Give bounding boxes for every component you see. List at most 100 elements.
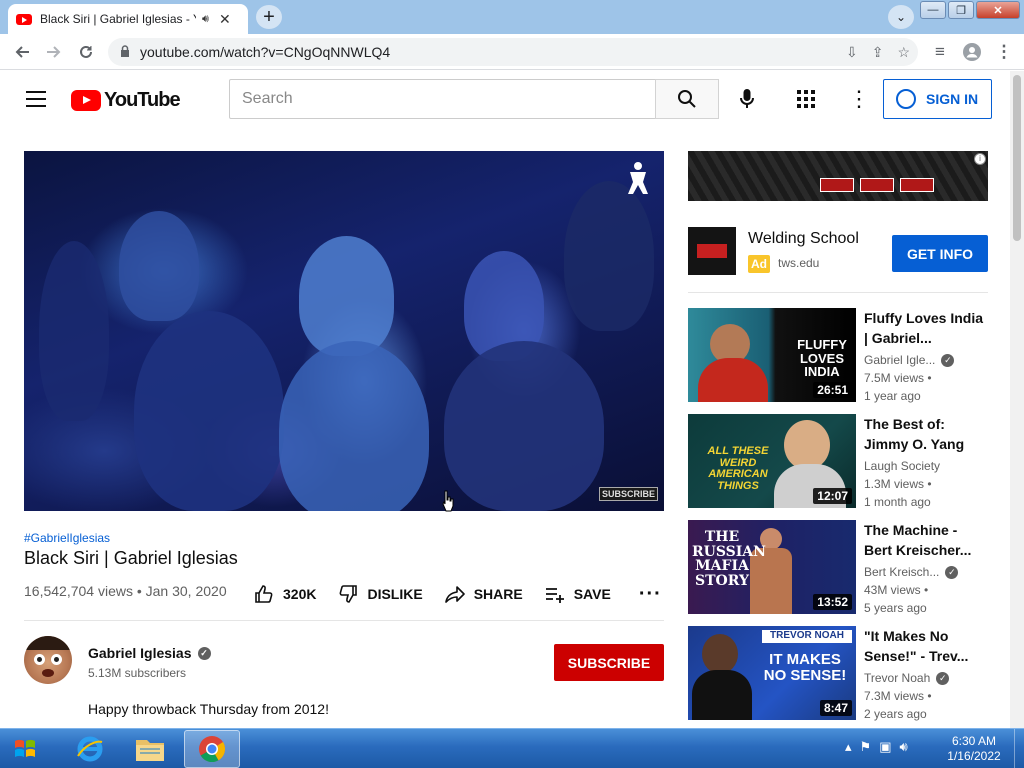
related-video-title[interactable]: The Best of: Jimmy O. Yang [864,414,988,454]
new-tab-button[interactable]: + [256,5,282,29]
sign-in-button[interactable]: SIGN IN [883,79,992,119]
clock-date: 1/16/2022 [947,749,1001,763]
show-desktop-button[interactable] [1014,729,1024,768]
sign-in-label: SIGN IN [926,91,979,107]
search-button[interactable] [655,79,719,119]
related-channel-row: Bert Kreisch... ✓ [864,565,959,579]
folder-icon[interactable] [122,730,178,768]
tray-expand-icon[interactable]: ▴ [845,739,852,755]
related-video[interactable]: FLUFFY LOVES INDIA 26:51 Fluffy Loves In… [688,308,998,403]
related-channel[interactable]: Gabriel Igle... [864,353,935,367]
taskbar-clock[interactable]: 6:30 AM 1/16/2022 [944,734,1004,764]
media-icon[interactable]: ≡ [924,36,956,68]
browser-tab-bar: Black Siri | Gabriel Iglesias - Y 🔊︎ ✕ +… [0,0,1024,34]
browser-toolbar: youtube.com/watch?v=CNgOqNNWLQ4 ⇩ ⇪ ☆ ≡ … [0,34,1024,70]
like-button[interactable]: 320K [254,584,316,604]
video-thumbnail[interactable]: THE RUSSIAN MAFIA STORY 13:52 [688,520,856,614]
settings-menu-icon[interactable]: ⋮ [848,85,870,113]
related-age: 1 year ago [864,389,921,403]
related-channel-row: Trevor Noah ✓ [864,671,950,685]
mic-icon[interactable] [733,85,761,113]
save-button[interactable]: SAVE [545,584,611,604]
channel-avatar[interactable] [24,636,72,684]
chrome-icon[interactable] [184,730,240,768]
network-icon[interactable]: ▣ [879,739,891,755]
share-arrow-icon [444,586,465,603]
related-channel[interactable]: Trevor Noah [864,671,930,685]
youtube-logo-text: YouTube [104,89,181,111]
more-actions-icon[interactable]: ··· [639,583,662,606]
share-button[interactable]: SHARE [444,584,523,604]
related-video[interactable]: ALL THESE WEIRD AMERICAN THINGS 12:07 Th… [688,414,998,509]
video-duration: 26:51 [813,382,852,398]
page-scrollbar[interactable] [1010,71,1024,728]
system-tray: ▴ ⚑ ▣ 🔊︎ [845,739,908,755]
lock-icon[interactable] [120,44,130,60]
youtube-masthead: YouTube Search ⋮ SIGN IN [0,71,1010,127]
close-window-button[interactable]: ✕ [976,1,1020,19]
get-info-button[interactable]: GET INFO [892,235,988,272]
reload-icon[interactable] [70,36,102,68]
divider [688,292,988,293]
video-thumbnail[interactable]: FLUFFY LOVES INDIA 26:51 [688,308,856,402]
subscribe-button[interactable]: SUBSCRIBE [554,644,664,681]
divider [24,620,664,621]
maximize-button[interactable]: ❐ [948,1,974,19]
minimize-button[interactable]: — [920,1,946,19]
tab-title: Black Siri | Gabriel Iglesias - Y [40,12,196,26]
related-video-title[interactable]: "It Makes No Sense!" - Trev... [864,626,988,666]
related-views: 1.3M views • [864,477,932,491]
scrollbar-thumb[interactable] [1013,75,1021,241]
youtube-logo[interactable]: YouTube [71,89,181,112]
related-channel[interactable]: Bert Kreisch... [864,565,939,579]
ad-title[interactable]: Welding School [748,230,859,248]
clock-time: 6:30 AM [951,734,997,748]
browser-tab[interactable]: Black Siri | Gabriel Iglesias - Y 🔊︎ ✕ [8,4,248,34]
audio-icon[interactable]: 🔊︎ [202,13,209,26]
back-arrow-icon[interactable] [6,36,38,68]
related-video[interactable]: TREVOR NOAH IT MAKES NO SENSE! 8:47 "It … [688,626,998,721]
thumbnail-text: FLUFFY LOVES INDIA [797,337,847,380]
ad-badge: Ad [748,255,770,273]
subscribe-watermark[interactable]: SUBSCRIBE [599,487,659,501]
video-thumbnail[interactable]: TREVOR NOAH IT MAKES NO SENSE! 8:47 [688,626,856,720]
windows-start-icon[interactable] [6,731,46,767]
ad-logo[interactable] [688,227,736,275]
video-player[interactable]: SUBSCRIBE [24,151,664,511]
address-bar[interactable]: youtube.com/watch?v=CNgOqNNWLQ4 ⇩ ⇪ ☆ [108,38,918,66]
star-icon[interactable]: ☆ [897,44,910,61]
subscriber-count: 5.13M subscribers [88,666,187,680]
user-icon [896,89,916,109]
video-description: Happy throwback Thursday from 2012! [88,701,329,717]
share-label: SHARE [473,586,523,602]
dislike-button[interactable]: DISLIKE [338,584,423,604]
channel-name[interactable]: Gabriel Iglesias [88,645,192,661]
channel-watermark-icon[interactable] [620,159,656,195]
profile-icon[interactable] [956,36,988,68]
ad-info-icon[interactable]: i [974,153,986,165]
volume-icon[interactable]: 🔊︎ [899,739,907,755]
install-icon[interactable]: ⇩ [846,44,858,61]
apps-icon[interactable] [794,87,818,111]
video-thumbnail[interactable]: ALL THESE WEIRD AMERICAN THINGS 12:07 [688,414,856,508]
search-input[interactable]: Search [229,79,656,119]
ie-icon[interactable] [62,730,118,768]
forward-arrow-icon[interactable] [38,36,70,68]
related-video[interactable]: THE RUSSIAN MAFIA STORY 13:52 The Machin… [688,520,998,615]
verified-icon: ✓ [936,671,950,685]
related-video-title[interactable]: The Machine - Bert Kreischer... [864,520,988,560]
ad-banner-image[interactable]: i [688,151,988,201]
video-hashtag[interactable]: #GabrielIglesias [24,531,110,545]
tab-search-icon[interactable]: ⌄ [888,5,914,29]
video-actions: 320K DISLIKE SHARE SAVE ··· [254,580,662,608]
flag-icon[interactable]: ⚑ [860,739,872,755]
menu-icon[interactable] [26,91,46,107]
related-video-title[interactable]: Fluffy Loves India | Gabriel... [864,308,988,348]
browser-menu-icon[interactable]: ⋮ [988,36,1020,68]
share-icon[interactable]: ⇪ [872,44,884,61]
url-text[interactable]: youtube.com/watch?v=CNgOqNNWLQ4 [140,44,390,60]
close-tab-icon[interactable]: ✕ [219,11,231,28]
related-channel[interactable]: Laugh Society [864,459,940,473]
channel-name-row[interactable]: Gabriel Iglesias ✓ [88,645,211,661]
youtube-play-icon [71,90,101,111]
